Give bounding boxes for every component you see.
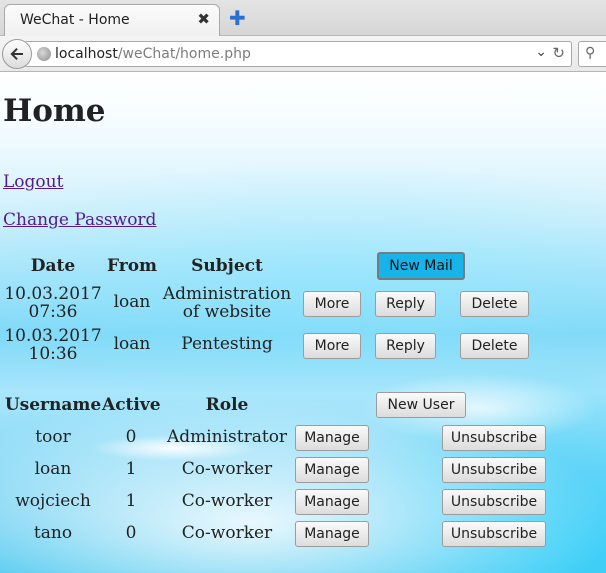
- column-header-username: Username: [4, 395, 102, 415]
- column-header-active: Active: [102, 395, 161, 415]
- url-text: localhost/weChat/home.php: [55, 46, 251, 62]
- reply-button[interactable]: Reply: [375, 333, 436, 359]
- mail-from: loan: [113, 334, 151, 354]
- chevron-down-icon[interactable]: ⌄: [535, 44, 547, 60]
- column-header-from: From: [106, 256, 158, 276]
- user-active: 0: [125, 523, 137, 543]
- column-header-subject: Subject: [191, 256, 263, 276]
- search-icon: ⚲: [585, 45, 596, 61]
- new-mail-button[interactable]: New Mail: [377, 252, 465, 280]
- user-role: Co-worker: [181, 491, 273, 511]
- user-username: tano: [33, 523, 73, 543]
- unsubscribe-button[interactable]: Unsubscribe: [442, 489, 546, 515]
- mail-from: loan: [113, 292, 151, 312]
- navigation-toolbar: localhost/weChat/home.php ⌄ ↻ ⚲: [0, 36, 606, 72]
- unsubscribe-button[interactable]: Unsubscribe: [442, 521, 546, 547]
- user-active: 1: [125, 459, 137, 479]
- url-path: /weChat/home.php: [117, 46, 251, 62]
- url-host: localhost: [55, 46, 118, 62]
- manage-button[interactable]: Manage: [295, 489, 369, 515]
- page-content: Home Logout Change Password Date From Su…: [0, 73, 606, 573]
- change-password-link[interactable]: Change Password: [3, 210, 156, 230]
- manage-button[interactable]: Manage: [295, 521, 369, 547]
- tab-bar: WeChat - Home ✖ ✚: [0, 0, 606, 37]
- user-username: loan: [34, 459, 72, 479]
- globe-icon: [37, 47, 51, 61]
- column-header-role: Role: [205, 395, 249, 415]
- close-tab-icon[interactable]: ✖: [197, 10, 210, 28]
- browser-tab[interactable]: WeChat - Home ✖: [4, 4, 220, 37]
- user-role: Co-worker: [181, 459, 273, 479]
- page-title: Home: [3, 93, 106, 129]
- more-button[interactable]: More: [303, 291, 361, 317]
- mail-subject: Pentesting: [181, 334, 273, 354]
- manage-button[interactable]: Manage: [295, 425, 369, 451]
- search-bar[interactable]: ⚲: [578, 41, 606, 67]
- logout-link[interactable]: Logout: [3, 172, 63, 192]
- new-user-button[interactable]: New User: [376, 392, 466, 418]
- mail-time: 10:36: [28, 344, 78, 364]
- address-bar[interactable]: localhost/weChat/home.php ⌄ ↻: [24, 41, 572, 67]
- reload-icon[interactable]: ↻: [552, 44, 565, 62]
- delete-button[interactable]: Delete: [460, 291, 529, 317]
- column-header-date: Date: [30, 256, 76, 276]
- user-active: 0: [125, 427, 137, 447]
- mail-time: 07:36: [28, 302, 78, 322]
- delete-button[interactable]: Delete: [460, 333, 529, 359]
- unsubscribe-button[interactable]: Unsubscribe: [442, 457, 546, 483]
- user-username: toor: [35, 427, 71, 447]
- tab-title: WeChat - Home: [20, 12, 130, 28]
- mail-subject-continued: of website: [182, 302, 272, 322]
- user-username: wojciech: [15, 491, 91, 511]
- back-button[interactable]: [2, 39, 32, 69]
- user-role: Co-worker: [181, 523, 273, 543]
- back-arrow-icon: [10, 48, 23, 60]
- user-role: Administrator: [166, 427, 288, 447]
- manage-button[interactable]: Manage: [295, 457, 369, 483]
- reply-button[interactable]: Reply: [375, 291, 436, 317]
- new-tab-icon[interactable]: ✚: [229, 6, 246, 30]
- unsubscribe-button[interactable]: Unsubscribe: [442, 425, 546, 451]
- more-button[interactable]: More: [303, 333, 361, 359]
- user-active: 1: [125, 491, 137, 511]
